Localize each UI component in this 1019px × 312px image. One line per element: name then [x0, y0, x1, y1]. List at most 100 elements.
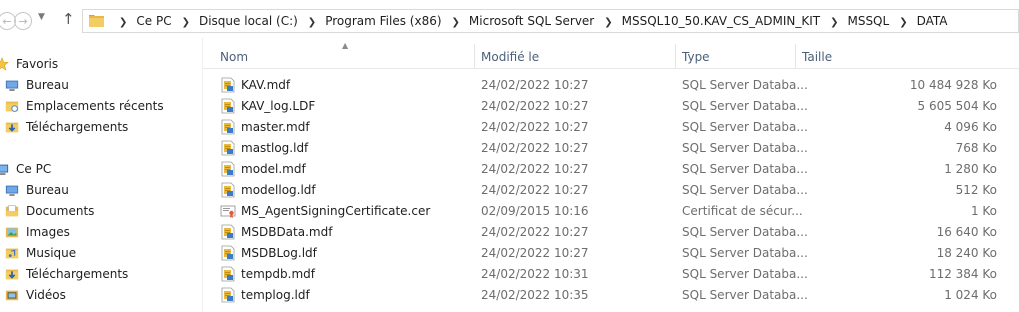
- breadcrumb-item[interactable]: Ce PC: [136, 14, 171, 28]
- sql-database-file-icon: [221, 182, 235, 198]
- file-row[interactable]: KAV_log.LDF 24/02/2022 10:27 SQL Server Da…: [203, 96, 1019, 117]
- file-modified-date: 24/02/2022 10:27: [481, 120, 589, 134]
- sql-database-file-icon: [221, 119, 235, 135]
- breadcrumb-item[interactable]: MSSQL10_50.KAV_CS_ADMIN_KIT: [622, 14, 820, 28]
- sql-database-file-icon: [221, 77, 235, 93]
- column-separator[interactable]: [795, 44, 796, 68]
- sql-database-file-icon: [221, 224, 235, 240]
- file-row[interactable]: master.mdf 24/02/2022 10:27 SQL Server Dat…: [203, 117, 1019, 138]
- file-name: MS_AgentSigningCertificate.cer: [241, 204, 431, 218]
- file-size: 512 Ko: [955, 183, 997, 197]
- column-header-modified[interactable]: Modifié le: [481, 50, 539, 64]
- breadcrumb-separator-chevron-icon[interactable]: ❯: [604, 17, 612, 28]
- sidebar-item-bureau-label: Bureau: [26, 78, 69, 92]
- file-name: KAV_log.LDF: [241, 99, 316, 113]
- up-arrow-icon[interactable]: ↑: [62, 10, 75, 28]
- music-folder-icon: [5, 248, 19, 259]
- sql-database-file-icon: [221, 245, 235, 261]
- sql-database-file-icon: [221, 98, 235, 114]
- breadcrumb-separator-chevron-icon[interactable]: ❯: [182, 17, 190, 28]
- breadcrumb-item[interactable]: MSSQL: [847, 14, 889, 28]
- address-bar[interactable]: ❯ Ce PC ❯ Disque local (C:) ❯ Program Files (…: [82, 9, 1019, 33]
- file-row[interactable]: KAV.mdf 24/02/2022 10:27 SQL Server Databa…: [203, 75, 1019, 96]
- sidebar-item-pc-bureau[interactable]: Bureau: [0, 180, 200, 200]
- breadcrumb-separator-chevron-icon[interactable]: ❯: [899, 17, 907, 28]
- forward-button[interactable]: →: [14, 12, 32, 30]
- file-row[interactable]: modellog.ldf 24/02/2022 10:27 SQL Server D…: [203, 180, 1019, 201]
- videos-folder-icon: [5, 290, 19, 301]
- file-modified-date: 24/02/2022 10:27: [481, 162, 589, 176]
- sql-database-file-icon: [221, 287, 235, 303]
- file-row[interactable]: MSDBData.mdf 24/02/2022 10:27 SQL Server D…: [203, 222, 1019, 243]
- sidebar-item-pc-images[interactable]: Images: [0, 222, 200, 242]
- sidebar-item-pc-documents-label: Documents: [26, 204, 95, 218]
- sidebar-item-ce-pc-label: Ce PC: [16, 162, 52, 176]
- column-separator[interactable]: [474, 44, 475, 68]
- file-modified-date: 24/02/2022 10:27: [481, 141, 589, 155]
- file-row[interactable]: tempdb.mdf 24/02/2022 10:31 SQL Server Dat…: [203, 264, 1019, 285]
- sidebar-item-pc-musique-label: Musique: [26, 246, 77, 260]
- breadcrumb: ❯ Ce PC ❯ Disque local (C:) ❯ Program Files (…: [109, 14, 948, 28]
- file-row[interactable]: MS_AgentSigningCertificate.cer 02/09/2015…: [203, 201, 1019, 222]
- file-type: SQL Server Databa...: [682, 120, 808, 134]
- sidebar-item-pc-documents[interactable]: Documents: [0, 201, 200, 221]
- file-modified-date: 24/02/2022 10:31: [481, 267, 589, 281]
- column-separator[interactable]: [675, 44, 676, 68]
- sidebar-item-pc-t-l-chargements[interactable]: Téléchargements: [0, 264, 200, 284]
- sort-ascending-icon: ▲: [342, 41, 349, 50]
- sidebar-item-ce-pc[interactable]: Ce PC: [0, 159, 200, 179]
- column-header-type[interactable]: Type: [682, 50, 710, 64]
- recent-locations-chevron-icon[interactable]: ▼: [38, 12, 45, 22]
- breadcrumb-item[interactable]: Microsoft SQL Server: [469, 14, 594, 28]
- file-size: 4 096 Ko: [944, 120, 997, 134]
- file-type: SQL Server Databa...: [682, 162, 808, 176]
- sidebar-item-favorites-label: Favoris: [16, 57, 59, 71]
- column-header-name[interactable]: Nom: [220, 50, 248, 64]
- breadcrumb-separator-chevron-icon[interactable]: ❯: [308, 17, 316, 28]
- file-row[interactable]: templog.ldf 24/02/2022 10:35 SQL Server Da…: [203, 285, 1019, 306]
- sidebar-item-emplacements-r-cents-label: Emplacements récents: [26, 99, 164, 113]
- sidebar-item-pc-musique[interactable]: Musique: [0, 243, 200, 263]
- file-name: templog.ldf: [241, 288, 310, 302]
- file-row[interactable]: model.mdf 24/02/2022 10:27 SQL Server Data…: [203, 159, 1019, 180]
- breadcrumb-separator-chevron-icon[interactable]: ❯: [830, 17, 838, 28]
- file-type: SQL Server Databa...: [682, 183, 808, 197]
- breadcrumb-separator-chevron-icon[interactable]: ❯: [119, 17, 127, 28]
- file-size: 5 605 504 Ko: [917, 99, 998, 113]
- file-modified-date: 24/02/2022 10:27: [481, 78, 589, 92]
- file-type: SQL Server Databa...: [682, 267, 808, 281]
- breadcrumb-item[interactable]: Disque local (C:): [199, 14, 298, 28]
- file-modified-date: 24/02/2022 10:27: [481, 246, 589, 260]
- file-size: 16 640 Ko: [936, 225, 997, 239]
- documents-folder-icon: [5, 205, 19, 217]
- breadcrumb-separator-chevron-icon[interactable]: ❯: [452, 17, 460, 28]
- sidebar-item-emplacements-r-cents[interactable]: Emplacements récents: [0, 96, 200, 116]
- sidebar-item-bureau[interactable]: Bureau: [0, 75, 200, 95]
- file-name: MSDBLog.ldf: [241, 246, 317, 260]
- file-name: mastlog.ldf: [241, 141, 309, 155]
- sidebar-item-pc-bureau-label: Bureau: [26, 183, 69, 197]
- sidebar-item-favorites[interactable]: Favoris: [0, 54, 200, 74]
- file-type: SQL Server Databa...: [682, 225, 808, 239]
- sql-database-file-icon: [221, 140, 235, 156]
- sidebar-item-t-l-chargements[interactable]: Téléchargements: [0, 117, 200, 137]
- file-modified-date: 24/02/2022 10:27: [481, 183, 589, 197]
- file-size: 768 Ko: [955, 141, 997, 155]
- navigation-bar: ← → ▼ ↑ ❯ Ce PC ❯ Disque local (C:) ❯ Program…: [0, 8, 1019, 38]
- sidebar-item-pc-vid-os[interactable]: Vidéos: [0, 285, 200, 305]
- desktop-folder-icon: [5, 185, 19, 196]
- window-top-edge: [0, 0, 1019, 4]
- file-row[interactable]: mastlog.ldf 24/02/2022 10:27 SQL Server Da…: [203, 138, 1019, 159]
- recent-places-icon: [5, 101, 19, 112]
- file-size: 112 384 Ko: [928, 267, 997, 281]
- folder-icon: [89, 15, 104, 27]
- breadcrumb-item[interactable]: Program Files (x86): [325, 14, 441, 28]
- file-modified-date: 24/02/2022 10:35: [481, 288, 589, 302]
- sidebar-item-t-l-chargements-label: Téléchargements: [26, 120, 129, 134]
- column-header-size[interactable]: Taille: [802, 50, 832, 64]
- sidebar-item-pc-t-l-chargements-label: Téléchargements: [26, 267, 129, 281]
- breadcrumb-item[interactable]: DATA: [917, 14, 948, 28]
- file-type: SQL Server Databa...: [682, 99, 808, 113]
- file-row[interactable]: MSDBLog.ldf 24/02/2022 10:27 SQL Server Da…: [203, 243, 1019, 264]
- file-size: 10 484 928 Ko: [909, 78, 997, 92]
